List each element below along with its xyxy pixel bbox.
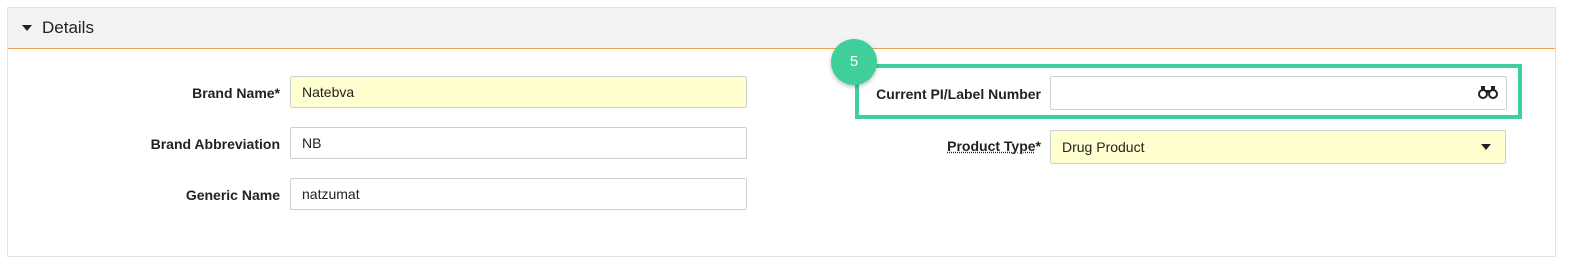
- step-badge: 5: [831, 39, 877, 85]
- brand-name-value: Natebva: [302, 84, 355, 100]
- product-type-label-text: Product Type: [947, 138, 1036, 154]
- brand-name-label: Brand Name*: [192, 85, 280, 101]
- brand-abbreviation-input[interactable]: NB: [290, 127, 747, 159]
- product-type-required-marker: *: [1035, 138, 1041, 154]
- product-type-select[interactable]: Drug Product: [1050, 130, 1506, 164]
- brand-abbreviation-value: NB: [302, 135, 322, 151]
- chevron-down-icon[interactable]: [1481, 144, 1491, 150]
- product-type-value: Drug Product: [1062, 139, 1145, 155]
- caret-down-icon[interactable]: [22, 25, 32, 31]
- product-type-label: Product Type*: [947, 138, 1041, 154]
- brand-name-input[interactable]: Natebva: [290, 76, 747, 108]
- details-panel-header[interactable]: Details: [8, 8, 1555, 49]
- generic-name-value: natzumat: [302, 186, 360, 202]
- step-highlight-box: [855, 64, 1522, 119]
- generic-name-label: Generic Name: [185, 187, 280, 203]
- brand-abbreviation-label: Brand Abbreviation: [150, 136, 280, 152]
- panel-title: Details: [42, 18, 94, 37]
- generic-name-input[interactable]: natzumat: [290, 178, 747, 210]
